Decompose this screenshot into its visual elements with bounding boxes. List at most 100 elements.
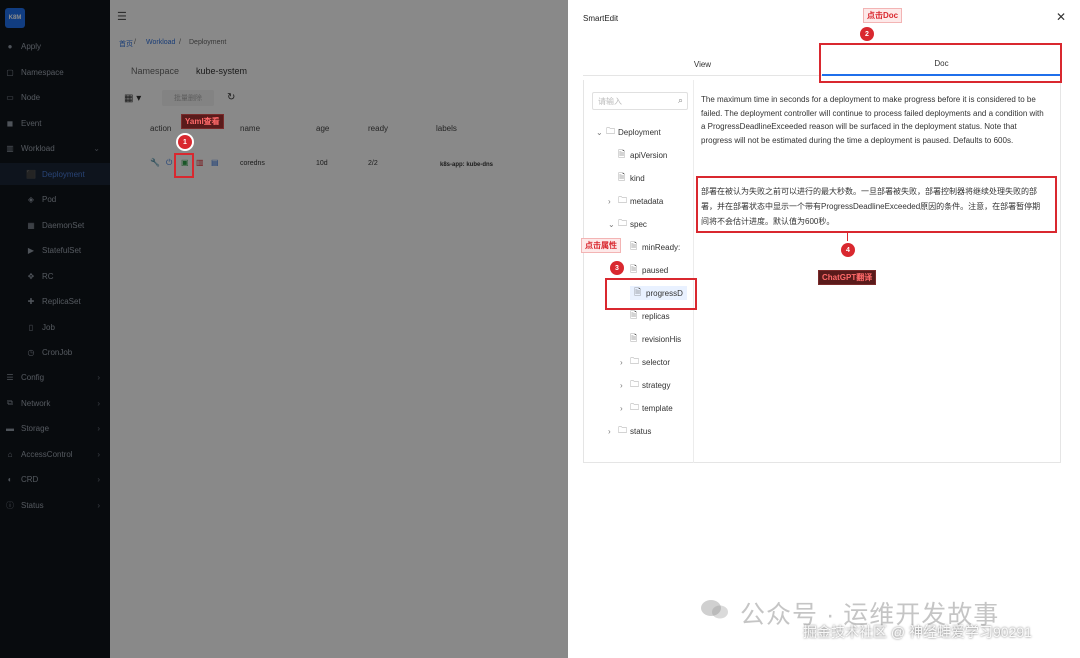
columns-grid-icon[interactable]: ▦ ▾ — [124, 93, 141, 104]
cronjob-icon: ◷ — [27, 347, 35, 357]
row-name[interactable]: coredns — [240, 160, 265, 167]
sidebar-item-label: DaemonSet — [42, 220, 85, 230]
sidebar-item-replicaset[interactable]: ✚ ReplicaSet — [0, 290, 110, 312]
file-icon: 🗎 — [618, 149, 626, 159]
tree-search-input[interactable] — [593, 93, 671, 109]
sidebar-item-label: Job — [42, 322, 55, 332]
sidebar-item-workload[interactable]: ▥ Workload ⌄ — [0, 137, 110, 159]
sidebar: K8M ● Apply ▢ Namespace ▭ Node ◼ Event ▥ Workload… — [0, 0, 110, 658]
delete-icon[interactable]: ▥ — [196, 158, 204, 167]
column-header-age[interactable]: age — [316, 124, 329, 133]
file-icon: 🗎 — [630, 241, 638, 251]
tree-node-paused[interactable]: 🗎 paused — [630, 263, 668, 277]
menu-toggle-icon[interactable]: ☰ — [117, 10, 127, 23]
more-icon[interactable]: ▤ — [211, 158, 219, 167]
annotation-badge-4: 4 — [841, 243, 855, 257]
smartedit-drawer: SmartEdit ✕ View Doc ⌕ ⌄🗀Deployment🗎apiV… — [568, 0, 1080, 658]
sidebar-item-apply[interactable]: ● Apply — [0, 35, 110, 57]
sidebar-item-label: Event — [21, 118, 42, 128]
chevron-right-icon: › — [97, 372, 100, 382]
annotation-callout-4: ChatGPT翻译 — [818, 270, 877, 285]
sidebar-item-statefulset[interactable]: ▶ StatefulSet — [0, 239, 110, 261]
sidebar-item-network[interactable]: ⧉ Network › — [0, 392, 110, 414]
sidebar-item-deployment[interactable]: ⬛ Deployment — [0, 163, 110, 185]
annotation-badge-1: 1 — [178, 135, 192, 149]
sidebar-item-label: Workload — [21, 143, 55, 153]
sidebar-item-accesscontrol[interactable]: ⌂ AccessControl › — [0, 443, 110, 465]
chevron-right-icon[interactable]: › — [620, 381, 630, 390]
sidebar-item-label: StatefulSet — [42, 245, 82, 255]
tree-node-selector[interactable]: › 🗀 selector — [620, 355, 670, 369]
sidebar-item-config[interactable]: ☰ Config › — [0, 366, 110, 388]
node-icon: ▭ — [6, 92, 14, 102]
batch-delete-button[interactable]: 批量删除 — [162, 90, 214, 106]
breadcrumb-current: Deployment — [189, 39, 227, 46]
chevron-down-icon[interactable]: ⌄ — [596, 128, 606, 137]
tree-node-deployment[interactable]: ⌄ 🗀 Deployment — [596, 125, 661, 139]
workload-icon: ▥ — [6, 143, 14, 153]
tree-node-kind[interactable]: 🗎 kind — [618, 171, 645, 185]
sidebar-item-pod[interactable]: ◈ Pod — [0, 188, 110, 210]
sidebar-item-cronjob[interactable]: ◷ CronJob — [0, 341, 110, 363]
tree-node-replicas[interactable]: 🗎 replicas — [630, 309, 670, 323]
search-icon[interactable]: ⌕ — [678, 95, 683, 106]
tree-node-strategy[interactable]: › 🗀 strategy — [620, 378, 670, 392]
refresh-icon[interactable]: ↻ — [227, 92, 235, 103]
close-icon[interactable]: ✕ — [1056, 10, 1066, 24]
tree-node-label: minReady: — [642, 242, 681, 252]
annotation-box-4 — [696, 176, 1057, 233]
tree-node-status[interactable]: › 🗀 status — [608, 424, 651, 438]
tree-node-label: Deployment — [618, 127, 661, 137]
column-header-name[interactable]: name — [240, 124, 260, 133]
chevron-right-icon[interactable]: › — [620, 358, 630, 367]
folder-icon: 🗀 — [618, 218, 628, 228]
namespace-select[interactable]: kube-system — [196, 66, 247, 76]
sidebar-item-job[interactable]: ▯ Job — [0, 316, 110, 338]
chevron-right-icon[interactable]: › — [608, 197, 618, 206]
sidebar-item-rc[interactable]: ✥ RC — [0, 265, 110, 287]
sidebar-item-daemonset[interactable]: ▦ DaemonSet — [0, 214, 110, 236]
drawer-title: SmartEdit — [583, 14, 619, 23]
event-icon: ◼ — [6, 118, 14, 128]
doc-english-text: The maximum time in seconds for a deploy… — [701, 95, 1044, 145]
tree-node-label: selector — [642, 357, 671, 367]
sidebar-item-node[interactable]: ▭ Node — [0, 86, 110, 108]
sidebar-item-status[interactable]: ⓘ Status › — [0, 494, 110, 516]
tree-node-label: revisionHis — [642, 334, 682, 344]
tree-node-metadata[interactable]: › 🗀 metadata — [608, 194, 663, 208]
breadcrumb-home[interactable]: 首页 — [119, 39, 133, 49]
chevron-right-icon: › — [97, 500, 100, 510]
chevron-right-icon[interactable]: › — [608, 427, 618, 436]
breadcrumb-separator: / — [134, 39, 136, 46]
sidebar-item-namespace[interactable]: ▢ Namespace — [0, 61, 110, 83]
chevron-right-icon: › — [97, 474, 100, 484]
power-icon[interactable]: ⏻ — [166, 158, 172, 168]
file-icon: 🗎 — [630, 333, 638, 343]
app-logo[interactable]: K8M — [0, 0, 110, 36]
rc-icon: ✥ — [27, 271, 35, 281]
breadcrumb-separator: / — [179, 39, 181, 46]
tab-view[interactable]: View — [583, 52, 822, 76]
breadcrumb-workload[interactable]: Workload — [146, 39, 175, 46]
tree-node-minready[interactable]: 🗎 minReady: — [630, 240, 680, 254]
edit-wrench-icon[interactable]: 🔧 — [150, 158, 160, 167]
tree-node-template[interactable]: › 🗀 template — [620, 401, 673, 415]
storage-icon: ▬ — [6, 423, 14, 433]
chevron-right-icon[interactable]: › — [620, 404, 630, 413]
daemonset-icon: ▦ — [27, 220, 35, 230]
sidebar-item-label: Deployment — [42, 169, 85, 179]
tree-node-spec[interactable]: ⌄ 🗀 spec — [608, 217, 647, 231]
annotation-callout-2: 点击Doc — [863, 8, 903, 23]
sidebar-item-crd[interactable]: ◐ CRD › — [0, 468, 110, 490]
tree-node-revisionhis[interactable]: 🗎 revisionHis — [630, 332, 681, 346]
chevron-right-icon: › — [97, 423, 100, 433]
tree-node-label: kind — [630, 173, 645, 183]
chevron-down-icon[interactable]: ⌄ — [608, 220, 618, 229]
tree-search: ⌕ — [592, 92, 688, 110]
tree-node-apiversion[interactable]: 🗎 apiVersion — [618, 148, 667, 162]
file-icon: 🗎 — [630, 310, 638, 320]
sidebar-item-event[interactable]: ◼ Event — [0, 112, 110, 134]
sidebar-item-label: CronJob — [42, 347, 73, 357]
sidebar-item-storage[interactable]: ▬ Storage › — [0, 417, 110, 439]
column-header-labels: labels — [436, 124, 457, 133]
